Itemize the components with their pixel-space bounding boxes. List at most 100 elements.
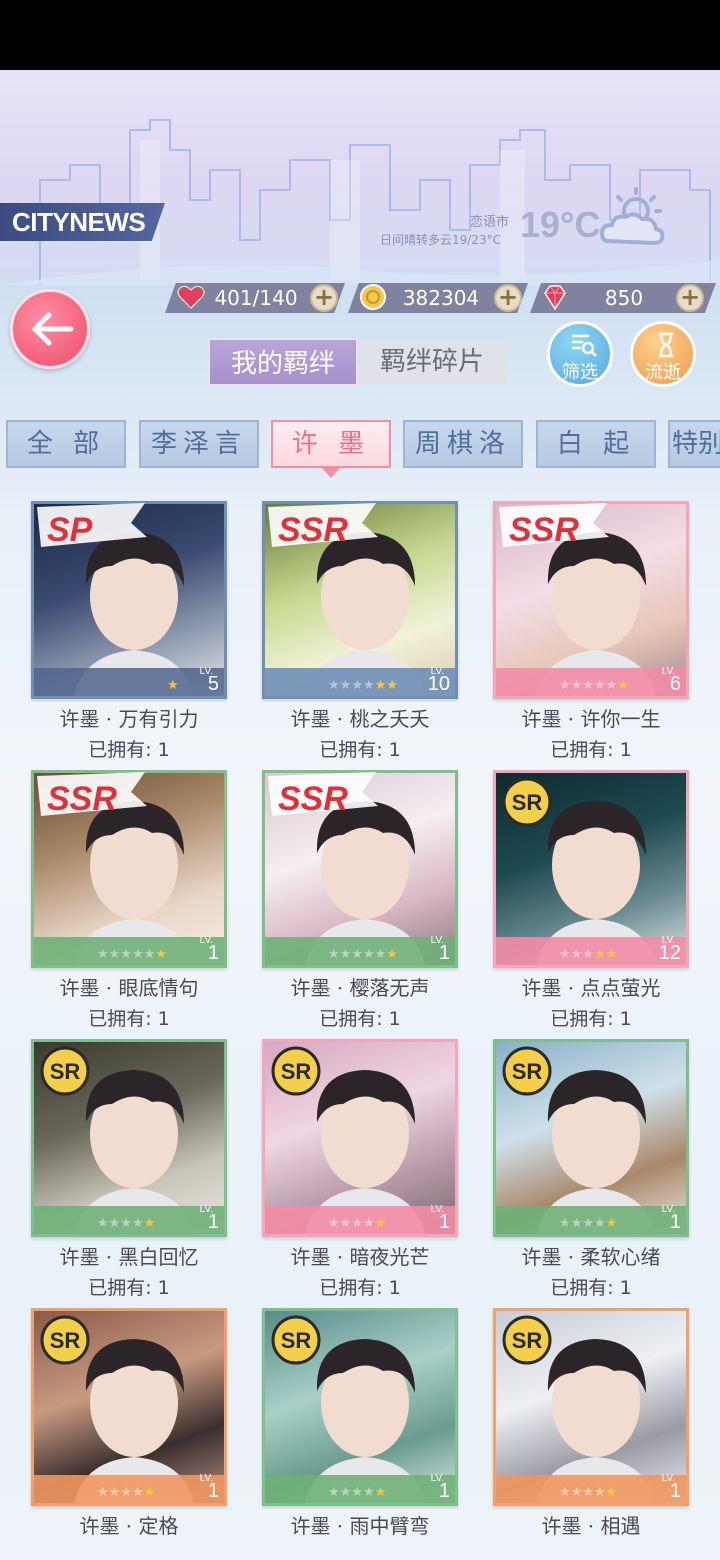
diamonds-value: 850: [604, 286, 644, 310]
tab-zhou-qiluo[interactable]: 周棋洛: [403, 420, 523, 468]
svg-text:SR: SR: [512, 1059, 543, 1084]
star-icon: ★: [559, 1216, 571, 1231]
star-icon: ★: [605, 1216, 618, 1231]
star-icon: ★: [362, 1216, 375, 1231]
star-icon: ★: [386, 678, 398, 693]
card-title: 许墨 · 樱落无声: [290, 976, 430, 1000]
star-rating: ★★★★★★: [559, 678, 629, 693]
star-icon: ★: [97, 947, 109, 962]
card-owned-count: 已拥有: 1: [88, 739, 170, 761]
star-rating: ★★★★★★: [97, 947, 167, 962]
star-icon: ★: [374, 1485, 387, 1500]
card-title: 许墨 · 万有引力: [59, 707, 199, 731]
weather-temperature: 19°C: [520, 204, 601, 245]
level-value: 1: [438, 1211, 450, 1233]
star-icon: ★: [362, 947, 375, 962]
star-icon: ★: [120, 947, 132, 962]
bond-card[interactable]: ★★★★★ LV. 1 SR: [31, 1308, 227, 1506]
star-icon: ★: [351, 947, 363, 962]
card-title: 许墨 · 暗夜光芒: [290, 1245, 430, 1269]
tab-special[interactable]: 特别: [668, 420, 720, 468]
sr-rarity-badge: SR: [501, 776, 553, 832]
level-value: 1: [669, 1480, 681, 1502]
star-icon: ★: [339, 678, 352, 693]
star-rating: ★★★★★: [559, 1216, 617, 1231]
card-title: 许墨 · 雨中臂弯: [290, 1514, 430, 1538]
card-level-bar: [34, 668, 224, 696]
star-icon: ★: [570, 1485, 583, 1500]
tab-all[interactable]: 全 部: [6, 420, 126, 468]
card-owned-count: 已拥有: 1: [550, 1008, 632, 1030]
add-coins-button[interactable]: +: [494, 284, 522, 312]
level-value: 1: [207, 1211, 219, 1233]
bond-card[interactable]: ★★★★★★ LV. 10 SSR: [262, 501, 458, 699]
bond-card[interactable]: ★★★★★ LV. 1 SR: [262, 1308, 458, 1506]
star-icon: ★: [131, 1485, 144, 1500]
star-icon: ★: [605, 1485, 618, 1500]
tab-bond-fragments[interactable]: 羁绊碎片: [358, 340, 506, 384]
star-icon: ★: [617, 678, 629, 693]
heart-icon: [177, 285, 205, 309]
filter-list-icon: [572, 334, 597, 357]
bond-card[interactable]: ★★★★★ LV. 1 SR: [493, 1039, 689, 1237]
sr-rarity-badge: SR: [270, 1045, 322, 1101]
star-rating: ★★★★★: [559, 1485, 617, 1500]
star-icon: ★: [131, 947, 144, 962]
bond-card[interactable]: ★★★★★★ LV. 1 SSR: [262, 770, 458, 968]
tab-li-zeyan[interactable]: 李泽言: [139, 420, 259, 468]
star-icon: ★: [582, 1485, 594, 1500]
star-icon: ★: [570, 678, 583, 693]
star-icon: ★: [582, 1216, 594, 1231]
time-flow-button[interactable]: 流逝: [630, 321, 696, 387]
bond-card[interactable]: ★★★★★ LV. 1 SR: [493, 1308, 689, 1506]
card-owned-count: 已拥有: 1: [88, 1008, 170, 1030]
card-owned-count: 已拥有: 1: [319, 1277, 401, 1299]
ssr-rarity-badge: SSR: [266, 770, 386, 826]
svg-text:SSR: SSR: [278, 780, 348, 818]
sr-rarity-badge: SR: [501, 1314, 553, 1370]
star-icon: ★: [143, 1485, 156, 1500]
add-stamina-button[interactable]: +: [310, 284, 338, 312]
tab-xu-mo[interactable]: 许 墨: [271, 420, 391, 478]
star-icon: ★: [605, 678, 618, 693]
star-icon: ★: [593, 947, 606, 962]
star-icon: ★: [374, 678, 387, 693]
star-rating: ★★★★★: [328, 1485, 386, 1500]
card-owned-count: 已拥有: 1: [88, 1277, 170, 1299]
hourglass-icon: [659, 332, 673, 358]
coin-icon: [360, 284, 386, 310]
tab-my-bonds[interactable]: 我的羁绊: [208, 338, 358, 386]
back-button[interactable]: [10, 289, 90, 369]
star-icon: ★: [374, 947, 387, 962]
star-icon: ★: [339, 1485, 352, 1500]
star-icon: ★: [108, 1216, 121, 1231]
level-value: 1: [438, 1480, 450, 1502]
star-icon: ★: [386, 947, 398, 962]
add-diamonds-button[interactable]: +: [676, 284, 704, 312]
bond-card[interactable]: ★★★★★ LV. 12 SR: [493, 770, 689, 968]
diamond-icon: [544, 285, 566, 311]
tab-bai-qi[interactable]: 白 起: [536, 420, 656, 468]
skyline-illustration: [0, 119, 720, 285]
bond-card[interactable]: ★★★★★★ LV. 6 SSR: [493, 501, 689, 699]
sr-rarity-badge: SR: [270, 1314, 322, 1370]
card-title: 许墨 · 点点萤光: [521, 976, 661, 1000]
svg-text:SR: SR: [512, 790, 543, 815]
bond-card[interactable]: ★★★★★ LV. 1 SR: [31, 1039, 227, 1237]
bond-card[interactable]: ★★★★★ LV. 1 SR: [262, 1039, 458, 1237]
bond-card[interactable]: ★ LV. 5 SP: [31, 501, 227, 699]
level-value: 12: [658, 942, 681, 964]
star-rating: ★: [167, 678, 179, 693]
bond-card[interactable]: ★★★★★★ LV. 1 SSR: [31, 770, 227, 968]
star-rating: ★★★★★: [97, 1216, 155, 1231]
svg-text:SSR: SSR: [278, 511, 348, 549]
arrow-left-icon: [32, 312, 74, 346]
star-icon: ★: [362, 1485, 375, 1500]
level-value: 1: [669, 1211, 681, 1233]
card-title: 许墨 · 相遇: [541, 1514, 641, 1538]
star-rating: ★★★★★★: [328, 678, 398, 693]
star-icon: ★: [143, 947, 156, 962]
star-icon: ★: [362, 678, 375, 693]
status-bar: [0, 0, 720, 70]
filter-button[interactable]: 筛选: [547, 321, 613, 387]
